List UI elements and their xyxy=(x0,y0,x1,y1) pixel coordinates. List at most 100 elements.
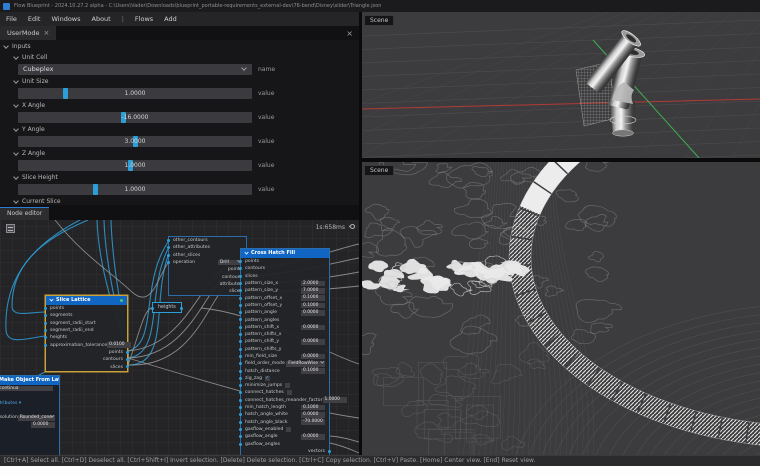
checkbox[interactable] xyxy=(285,383,290,388)
input-port-icon[interactable] xyxy=(239,399,242,402)
checkbox[interactable] xyxy=(286,427,291,432)
checkbox[interactable] xyxy=(287,390,292,395)
node-row-pattern_size_y[interactable]: pattern_size_y7.0000 xyxy=(241,287,329,294)
input-port-icon[interactable] xyxy=(239,326,242,329)
node-row-connect_hatches_meander_factor[interactable]: connect_hatches_meander_factor1.0000 xyxy=(241,397,329,404)
input-port-icon[interactable] xyxy=(239,421,242,424)
node-merge-slices[interactable]: other_contoursother_attributesother_slic… xyxy=(168,236,247,296)
dropdown-value[interactable]: FieldRowWise xyxy=(286,361,325,367)
input-port-icon[interactable] xyxy=(239,377,242,380)
input-port-icon[interactable] xyxy=(44,322,47,325)
input-port-icon[interactable] xyxy=(239,370,242,373)
node-row-hatch_distance[interactable]: hatch_distance0.1000 xyxy=(241,367,329,374)
field-value[interactable]: 0.0000 xyxy=(301,412,325,418)
inputs-section-header[interactable]: Inputs xyxy=(0,41,359,52)
node-row-pattern_size_x[interactable]: pattern_size_x2.0000 xyxy=(241,280,329,287)
group-header-unit-cell[interactable]: Unit Cell xyxy=(0,52,359,63)
slider-slice-height[interactable]: 1.0000 xyxy=(18,184,252,195)
node-row-min_field_size[interactable]: min_field_size0.0000 xyxy=(241,353,329,360)
input-port-icon[interactable] xyxy=(239,428,242,431)
field-value[interactable]: 0.0000 xyxy=(31,422,55,428)
node-row-hatch_angle_white[interactable]: hatch_angle_white0.0000 xyxy=(241,411,329,418)
input-port-icon[interactable] xyxy=(239,267,242,270)
group-header-current-slice[interactable]: Current Slice xyxy=(0,196,359,205)
node-row-hatch_angle_black[interactable]: hatch_angle_black-70.0000 xyxy=(241,419,329,426)
node-row-min_hatch_length[interactable]: min_hatch_length0.1000 xyxy=(241,404,329,411)
input-port-icon[interactable] xyxy=(239,304,242,307)
node-cross-hatch-fill[interactable]: Cross Hatch Fillpointscontoursslicespatt… xyxy=(240,248,330,455)
node-row-pattern_offset_x[interactable]: pattern_offset_x0.1000 xyxy=(241,294,329,301)
input-port-icon[interactable] xyxy=(167,246,170,249)
input-port-icon[interactable] xyxy=(239,413,242,416)
input-port-icon[interactable] xyxy=(239,260,242,263)
output-port-icon[interactable] xyxy=(180,307,183,310)
input-port-icon[interactable] xyxy=(239,340,242,343)
group-header-x-angle[interactable]: X Angle xyxy=(0,100,359,111)
unit-cell-dropdown[interactable]: Cubeplex xyxy=(18,64,252,75)
input-port-icon[interactable] xyxy=(239,391,242,394)
output-port-icon[interactable] xyxy=(126,365,129,368)
node-make-object-from-lattice-header[interactable]: Make Object From Lattice× xyxy=(0,376,59,385)
field-value[interactable]: 0.0100 xyxy=(107,342,131,348)
slider-z-angle[interactable]: 1.0000 xyxy=(18,160,252,171)
scene-viewport-top[interactable]: Scene xyxy=(362,12,760,158)
field-value[interactable]: 0.1000 xyxy=(301,295,325,301)
field-value[interactable]: 1.0000 xyxy=(323,397,347,403)
node-row-resolution[interactable]: resolutionRounded_cone xyxy=(0,414,59,421)
input-port-icon[interactable] xyxy=(239,362,242,365)
node-row-pattern_shift_x[interactable]: pattern_shift_x0.0000 xyxy=(241,324,329,331)
node-row-pattern_shift_y[interactable]: pattern_shift_y0.0000 xyxy=(241,338,329,345)
group-header-unit-size[interactable]: Unit Size xyxy=(0,76,359,87)
input-port-icon[interactable] xyxy=(44,336,47,339)
input-port-icon[interactable] xyxy=(239,311,242,314)
checkbox[interactable] xyxy=(265,376,270,381)
slider-unit-size[interactable]: 1.0000 xyxy=(18,88,252,99)
scene-viewport-bottom[interactable]: Scene xyxy=(362,160,760,455)
scene-top-tab[interactable]: Scene xyxy=(364,15,394,26)
input-port-icon[interactable] xyxy=(167,261,170,264)
input-port-icon[interactable] xyxy=(239,348,242,351)
field-value[interactable]: 0.0000 xyxy=(301,434,325,440)
input-port-icon[interactable] xyxy=(239,355,242,358)
menu-item-file[interactable]: File xyxy=(6,15,17,23)
input-port-icon[interactable] xyxy=(239,318,242,321)
menu-item-flows[interactable]: Flows xyxy=(135,15,153,23)
grid-icon[interactable] xyxy=(6,224,15,233)
group-header-y-angle[interactable]: Y Angle xyxy=(0,124,359,135)
input-port-icon[interactable] xyxy=(44,329,47,332)
dropdown-value[interactable]: Rounded_cone xyxy=(18,415,55,421)
node-slice-lattice[interactable]: Slice Latticepointssegmentssegment_radii… xyxy=(45,295,128,372)
node-make-object-from-lattice[interactable]: Make Object From Lattice×continuaattribu… xyxy=(0,375,60,455)
node-heights-reroute[interactable]: heights xyxy=(152,302,182,313)
node-row-field_order_mode[interactable]: field_order_modeFieldRowWise xyxy=(241,360,329,367)
input-port-icon[interactable] xyxy=(44,344,47,347)
node-row-s[interactable]: s0.0000 xyxy=(0,421,59,428)
node-row-minimize_jumps[interactable]: minimize_jumps xyxy=(241,382,329,389)
input-port-icon[interactable] xyxy=(239,297,242,300)
node-row-zig_zag[interactable]: zig_zag xyxy=(241,375,329,382)
text-field[interactable]: continua xyxy=(0,386,53,392)
node-row-approximation_tolerance[interactable]: approximation_tolerance0.0100 xyxy=(46,341,127,348)
node-row-pattern_offset_y[interactable]: pattern_offset_y0.1000 xyxy=(241,302,329,309)
group-header-z-angle[interactable]: Z Angle xyxy=(0,148,359,159)
node-row-txt[interactable]: continua xyxy=(0,385,59,392)
field-value[interactable]: 0.1000 xyxy=(301,368,325,374)
menu-item-about[interactable]: About xyxy=(92,15,111,23)
node-slice-lattice-header[interactable]: Slice Lattice xyxy=(46,296,127,305)
menu-item-edit[interactable]: Edit xyxy=(28,15,41,23)
input-port-icon[interactable] xyxy=(167,239,170,242)
node-row-operation[interactable]: operationDrill xyxy=(169,259,246,266)
output-port-icon[interactable] xyxy=(328,450,331,453)
node-editor-canvas[interactable]: other_contoursother_attributesother_slic… xyxy=(0,220,359,455)
scene-bottom-tab[interactable]: Scene xyxy=(364,165,394,176)
input-port-icon[interactable] xyxy=(239,275,242,278)
field-value[interactable]: 0.1000 xyxy=(301,303,325,309)
input-port-icon[interactable] xyxy=(239,289,242,292)
group-header-slice-height[interactable]: Slice Height xyxy=(0,172,359,183)
node-row-gasflow_enabled[interactable]: gasflow_enabled xyxy=(241,426,329,433)
menu-item-windows[interactable]: Windows xyxy=(51,15,80,23)
output-port-icon[interactable] xyxy=(126,358,129,361)
input-port-icon[interactable] xyxy=(239,435,242,438)
input-port-icon[interactable] xyxy=(239,406,242,409)
node-row-connect_hatches[interactable]: connect_hatches xyxy=(241,389,329,396)
